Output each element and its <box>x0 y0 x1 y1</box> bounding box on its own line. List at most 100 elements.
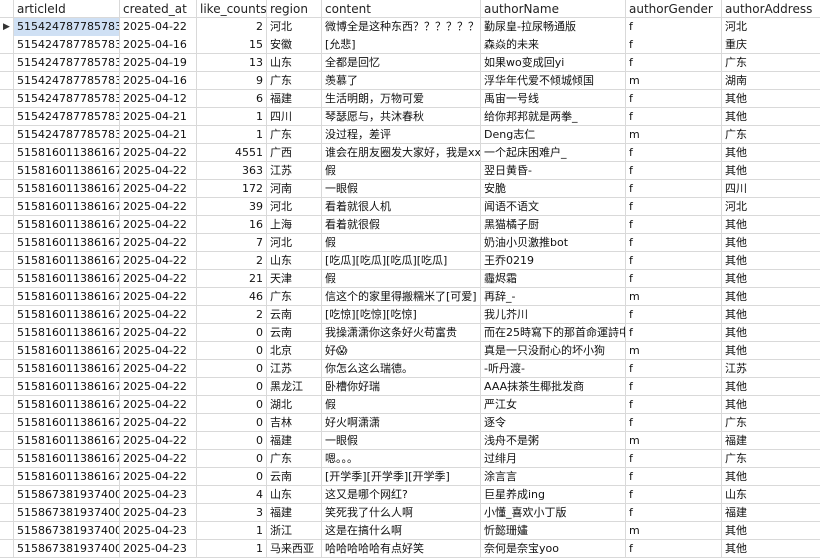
cell-authorName[interactable]: 忻懿珊嫿 <box>481 522 626 540</box>
cell-like_counts[interactable]: 0 <box>197 396 267 414</box>
cell-authorName[interactable]: AAA抹茶生椰批发商 <box>481 378 626 396</box>
cell-articleId[interactable]: 5154247877857832 <box>14 36 120 54</box>
cell-like_counts[interactable]: 172 <box>197 180 267 198</box>
cell-like_counts[interactable]: 4 <box>197 486 267 504</box>
row-indicator[interactable] <box>0 378 14 396</box>
row-indicator[interactable] <box>0 234 14 252</box>
table-row[interactable]: ▶ 5154247877857832 2025-04-22 2 河北 微博全是这种东西？？… <box>0 18 820 36</box>
cell-region[interactable]: 湖北 <box>267 396 322 414</box>
cell-authorName[interactable]: 浅舟不是粥 <box>481 432 626 450</box>
cell-authorName[interactable]: -听丹渡- <box>481 360 626 378</box>
cell-authorAddress[interactable]: 其他 <box>722 342 820 360</box>
column-header-authorName[interactable]: authorName <box>481 0 626 18</box>
cell-articleId[interactable]: 5158160113861672 <box>14 378 120 396</box>
column-header-content[interactable]: content <box>322 0 481 18</box>
cell-authorGender[interactable]: m <box>626 72 722 90</box>
cell-articleId[interactable]: 5158160113861672 <box>14 180 120 198</box>
cell-created_at[interactable]: 2025-04-16 <box>120 36 197 54</box>
cell-content[interactable]: 羡慕了 <box>322 72 481 90</box>
row-indicator[interactable] <box>0 522 14 540</box>
cell-authorAddress[interactable]: 江苏 <box>722 360 820 378</box>
cell-region[interactable]: 广东 <box>267 288 322 306</box>
cell-created_at[interactable]: 2025-04-22 <box>120 216 197 234</box>
table-row[interactable]: 5158160113861672 2025-04-22 2 山东 [吃瓜][吃瓜][吃瓜… <box>0 252 820 270</box>
row-indicator[interactable] <box>0 216 14 234</box>
cell-content[interactable]: [吃惊][吃惊][吃惊] <box>322 306 481 324</box>
cell-articleId[interactable]: 5158160113861672 <box>14 342 120 360</box>
cell-like_counts[interactable]: 0 <box>197 450 267 468</box>
row-indicator[interactable] <box>0 180 14 198</box>
row-indicator[interactable] <box>0 36 14 54</box>
table-row[interactable]: 5158160113861672 2025-04-22 0 黑龙江 卧槽你好瑞 AAA抹茶… <box>0 378 820 396</box>
cell-content[interactable]: 假 <box>322 270 481 288</box>
table-row[interactable]: 5154247877857832 2025-04-16 9 广东 羡慕了 浮华年代爱不倾城… <box>0 72 820 90</box>
cell-authorAddress[interactable]: 重庆 <box>722 36 820 54</box>
table-row[interactable]: 5158160113861672 2025-04-22 7 河北假奶油小贝激推bot f… <box>0 234 820 252</box>
table-row[interactable]: 5154247877857832 2025-04-19 13 山东 全都是回忆 如果wo变… <box>0 54 820 72</box>
cell-authorGender[interactable]: f <box>626 216 722 234</box>
cell-like_counts[interactable]: 1 <box>197 522 267 540</box>
cell-created_at[interactable]: 2025-04-12 <box>120 90 197 108</box>
cell-created_at[interactable]: 2025-04-22 <box>120 432 197 450</box>
cell-authorAddress[interactable]: 广东 <box>722 414 820 432</box>
cell-created_at[interactable]: 2025-04-22 <box>120 180 197 198</box>
cell-content[interactable]: 笑死我了什么人啊 <box>322 504 481 522</box>
cell-authorGender[interactable]: f <box>626 18 722 36</box>
cell-authorName[interactable]: 王乔0219 <box>481 252 626 270</box>
cell-region[interactable]: 河北 <box>267 18 322 36</box>
cell-created_at[interactable]: 2025-04-22 <box>120 18 197 36</box>
cell-authorName[interactable]: Deng志仁 <box>481 126 626 144</box>
cell-authorName[interactable]: 真是一只没耐心的坏小狗 <box>481 342 626 360</box>
cell-like_counts[interactable]: 2 <box>197 306 267 324</box>
cell-created_at[interactable]: 2025-04-22 <box>120 306 197 324</box>
row-indicator[interactable] <box>0 450 14 468</box>
cell-like_counts[interactable]: 0 <box>197 360 267 378</box>
cell-created_at[interactable]: 2025-04-22 <box>120 252 197 270</box>
cell-authorGender[interactable]: f <box>626 90 722 108</box>
cell-authorGender[interactable]: f <box>626 486 722 504</box>
table-row[interactable]: 5158673819374002 2025-04-23 1 浙江 这是在搞什么啊 忻懿珊嫿… <box>0 522 820 540</box>
cell-like_counts[interactable]: 15 <box>197 36 267 54</box>
cell-authorName[interactable]: 奶油小贝激推bot <box>481 234 626 252</box>
cell-region[interactable]: 安徽 <box>267 36 322 54</box>
cell-articleId[interactable]: 5158160113861672 <box>14 414 120 432</box>
cell-authorGender[interactable]: f <box>626 36 722 54</box>
cell-content[interactable]: 这又是哪个网红? <box>322 486 481 504</box>
cell-region[interactable]: 广东 <box>267 126 322 144</box>
cell-content[interactable]: 微博全是这种东西？？？？？？ <box>322 18 481 36</box>
cell-region[interactable]: 天津 <box>267 270 322 288</box>
cell-created_at[interactable]: 2025-04-22 <box>120 396 197 414</box>
current-row-indicator[interactable]: ▶ <box>0 18 14 36</box>
table-row[interactable]: 5158160113861672 2025-04-22 0 云南 我操潇潇你这条好火苟富… <box>0 324 820 342</box>
cell-created_at[interactable]: 2025-04-22 <box>120 468 197 486</box>
cell-like_counts[interactable]: 0 <box>197 342 267 360</box>
cell-articleId[interactable]: 5158160113861672 <box>14 288 120 306</box>
cell-region[interactable]: 江苏 <box>267 162 322 180</box>
cell-authorGender[interactable]: m <box>626 288 722 306</box>
cell-created_at[interactable]: 2025-04-19 <box>120 54 197 72</box>
cell-authorName[interactable]: 过绯月 <box>481 450 626 468</box>
cell-region[interactable]: 山东 <box>267 486 322 504</box>
cell-authorName[interactable]: 一个起床困难户_ <box>481 144 626 162</box>
cell-region[interactable]: 黑龙江 <box>267 378 322 396</box>
cell-like_counts[interactable]: 4551 <box>197 144 267 162</box>
cell-created_at[interactable]: 2025-04-21 <box>120 108 197 126</box>
table-row[interactable]: 5158160113861672 2025-04-22 16 上海 看着就很假 黑猫橘子厨… <box>0 216 820 234</box>
cell-content[interactable]: 一眼假 <box>322 180 481 198</box>
cell-created_at[interactable]: 2025-04-22 <box>120 324 197 342</box>
cell-like_counts[interactable]: 9 <box>197 72 267 90</box>
cell-authorGender[interactable]: f <box>626 180 722 198</box>
cell-content[interactable]: 一眼假 <box>322 432 481 450</box>
cell-authorGender[interactable]: m <box>626 432 722 450</box>
table-row[interactable]: 5154247877857832 2025-04-21 1 广东 没过程，差评 Deng志… <box>0 126 820 144</box>
cell-content[interactable]: 琴瑟愿与，共沐春秋 <box>322 108 481 126</box>
cell-content[interactable]: 生活明朗，万物可爱 <box>322 90 481 108</box>
cell-region[interactable]: 云南 <box>267 324 322 342</box>
cell-authorName[interactable]: 安脆 <box>481 180 626 198</box>
cell-content[interactable]: 这是在搞什么啊 <box>322 522 481 540</box>
column-header-authorGender[interactable]: authorGender <box>626 0 722 18</box>
cell-authorName[interactable]: 奈何是奈宝yoo <box>481 540 626 558</box>
table-row[interactable]: 5154247877857832 2025-04-12 6 福建 生活明朗，万物可爱 禹宙… <box>0 90 820 108</box>
cell-like_counts[interactable]: 0 <box>197 378 267 396</box>
cell-authorAddress[interactable]: 其他 <box>722 288 820 306</box>
